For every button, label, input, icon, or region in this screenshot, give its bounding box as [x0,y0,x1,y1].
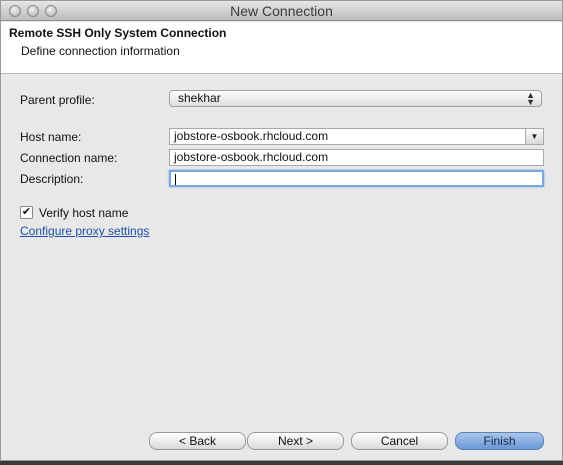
configure-proxy-link[interactable]: Configure proxy settings [20,224,149,238]
description-input[interactable] [169,170,544,187]
host-name-label: Host name: [20,130,82,144]
new-connection-dialog: New Connection Remote SSH Only System Co… [0,0,563,461]
updown-arrows-icon: ▲ ▼ [526,90,535,107]
connection-name-input[interactable]: jobstore-osbook.rhcloud.com [169,149,544,166]
parent-profile-label: Parent profile: [20,93,95,107]
parent-profile-value: shekhar [178,91,221,105]
verify-host-label[interactable]: Verify host name [39,206,128,220]
next-button[interactable]: Next > [247,432,344,450]
title-bar[interactable]: New Connection [1,1,562,21]
host-name-value: jobstore-osbook.rhcloud.com [174,129,329,143]
chevron-down-icon[interactable]: ▼ [525,129,543,144]
wizard-banner: Remote SSH Only System Connection Define… [1,22,562,74]
verify-host-checkbox[interactable]: ✔ [20,206,33,219]
wizard-page-title: Remote SSH Only System Connection [9,26,227,40]
form-area: Parent profile: shekhar ▲ ▼ Host name: jo… [1,75,562,415]
connection-name-label: Connection name: [20,151,118,165]
parent-profile-select[interactable]: shekhar ▲ ▼ [169,90,542,107]
host-name-combo[interactable]: jobstore-osbook.rhcloud.com ▼ [169,128,544,145]
window-title: New Connection [230,3,333,19]
cancel-button[interactable]: Cancel [351,432,448,450]
background-strip [0,461,563,465]
text-caret [175,173,176,185]
back-button[interactable]: < Back [149,432,246,450]
finish-button[interactable]: Finish [455,432,544,450]
connection-name-value: jobstore-osbook.rhcloud.com [174,150,329,164]
description-label: Description: [20,172,84,186]
wizard-page-description: Define connection information [21,44,180,58]
